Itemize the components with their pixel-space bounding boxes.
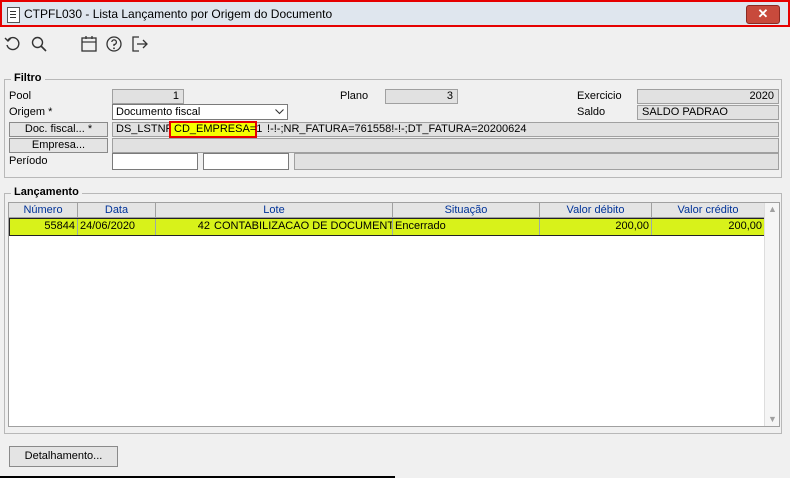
calendar-icon[interactable] xyxy=(80,35,98,53)
document-icon xyxy=(7,7,20,23)
doc-text-suffix: !-!-;NR_FATURA=761558!-!-;DT_FATURA=2020… xyxy=(267,123,527,135)
column-header-data[interactable]: Data xyxy=(78,203,156,218)
scroll-down-icon[interactable]: ▼ xyxy=(768,414,777,424)
exercicio-field: 2020 xyxy=(637,89,779,104)
lancamento-table[interactable]: Número Data Lote Situação Valor débito V… xyxy=(8,202,780,427)
toolbar xyxy=(0,30,790,58)
saldo-label: Saldo xyxy=(577,106,606,118)
plano-field: 3 xyxy=(385,89,458,104)
pool-field: 1 xyxy=(112,89,184,104)
periodo-end-input[interactable] xyxy=(203,153,289,170)
lancamento-legend: Lançamento xyxy=(11,186,82,198)
row-selection-border xyxy=(9,218,766,236)
periodo-start-input[interactable] xyxy=(112,153,198,170)
plano-label: Plano xyxy=(340,90,369,102)
scroll-up-icon[interactable]: ▲ xyxy=(768,204,777,214)
exit-icon[interactable] xyxy=(131,35,149,53)
origem-select[interactable]: Documento fiscal xyxy=(112,104,288,120)
app-window: CTPFL030 - Lista Lançamento por Origem d… xyxy=(0,0,790,478)
empresa-field xyxy=(112,138,779,153)
search-icon[interactable] xyxy=(30,35,48,53)
empresa-button[interactable]: Empresa... xyxy=(9,138,108,153)
periodo-description-field xyxy=(294,153,779,170)
chevron-down-icon xyxy=(275,109,284,115)
undo-icon[interactable] xyxy=(4,35,22,53)
filtro-legend: Filtro xyxy=(11,72,45,84)
periodo-label: Período xyxy=(9,155,48,167)
exercicio-label: Exercicio xyxy=(577,90,622,102)
window-title: CTPFL030 - Lista Lançamento por Origem d… xyxy=(24,7,333,21)
saldo-field: SALDO PADRAO xyxy=(637,105,779,120)
detalhamento-button[interactable]: Detalhamento... xyxy=(9,446,118,467)
column-header-lote[interactable]: Lote xyxy=(156,203,393,218)
column-header-valor-debito[interactable]: Valor débito xyxy=(540,203,652,218)
origem-label: Origem * xyxy=(9,106,53,118)
highlight-box: CD_EMPRESA=1 xyxy=(169,121,262,138)
vertical-scrollbar[interactable]: ▲ ▼ xyxy=(764,203,779,426)
pool-label: Pool xyxy=(9,90,32,102)
column-header-numero[interactable]: Número xyxy=(9,203,78,218)
column-header-valor-credito[interactable]: Valor crédito xyxy=(652,203,765,218)
close-button[interactable]: ✕ xyxy=(746,5,780,24)
origem-value: Documento fiscal xyxy=(116,106,201,118)
help-icon[interactable] xyxy=(105,35,123,53)
column-header-situacao[interactable]: Situação xyxy=(393,203,540,218)
doc-fiscal-button[interactable]: Doc. fiscal... * xyxy=(9,122,108,137)
title-bar: CTPFL030 - Lista Lançamento por Origem d… xyxy=(0,0,790,27)
